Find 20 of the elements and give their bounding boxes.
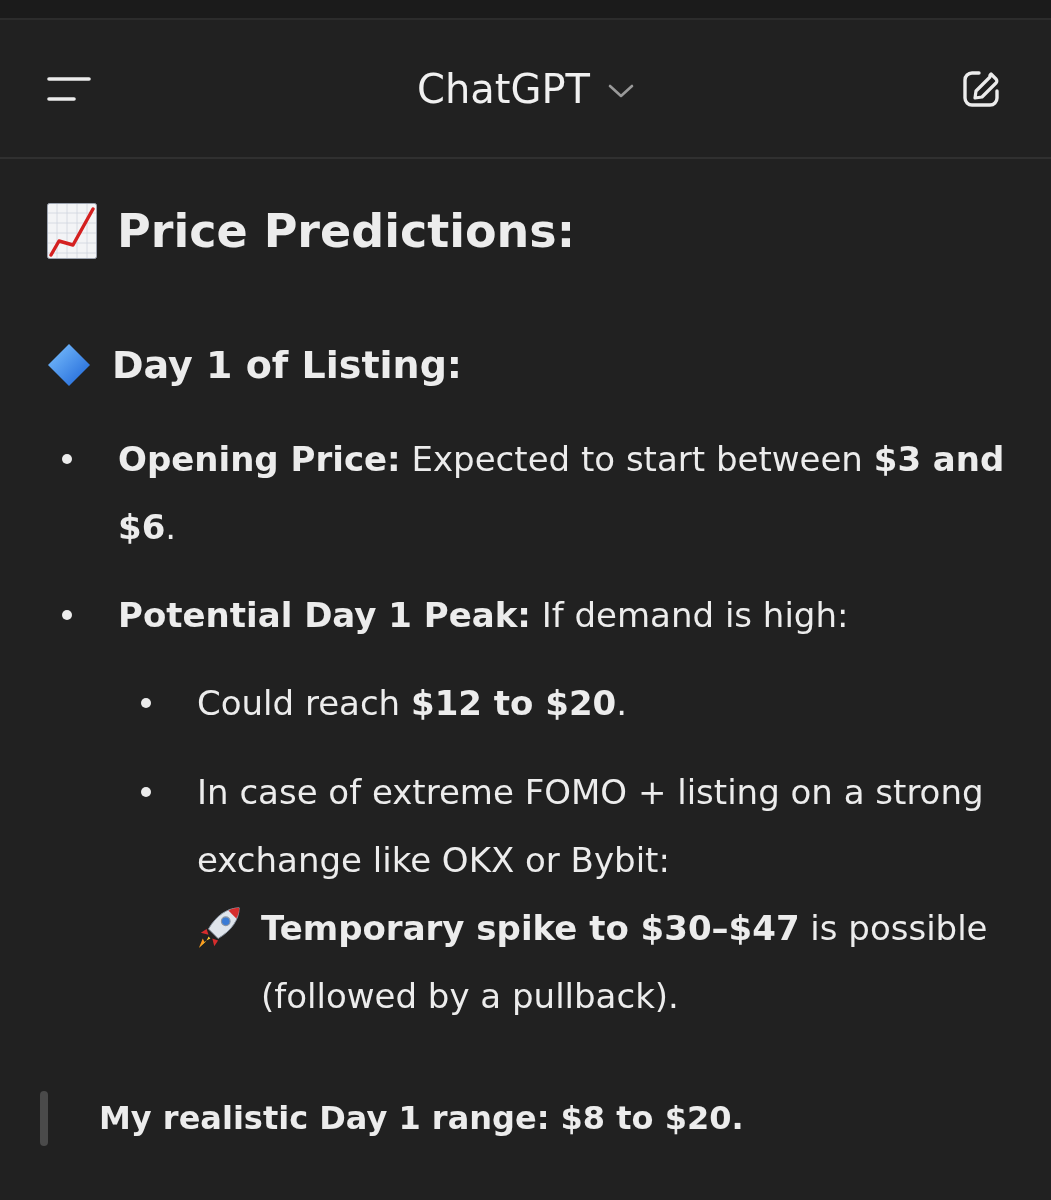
line-chart-icon: [47, 203, 97, 259]
menu-icon[interactable]: [47, 76, 91, 101]
chevron-down-icon: [608, 83, 634, 98]
bullet-icon: [141, 698, 151, 708]
diamond-icon: [48, 344, 90, 386]
list-item-text: Potential Day 1 Peak: If demand is high:: [118, 594, 850, 637]
bullet-icon: [62, 610, 72, 620]
quote-text: My realistic Day 1 range: $8 to $20.: [99, 1098, 744, 1139]
quote-bar: [40, 1090, 48, 1146]
model-switcher-button[interactable]: ChatGPT: [417, 65, 634, 112]
edit-icon[interactable]: [961, 68, 1001, 109]
heading-text: Price Predictions:: [117, 203, 576, 260]
list-item-text: In case of extreme FOMO + listing on a strong exchange like OKX or Bybit:: [197, 771, 985, 882]
section-heading: Day 1 of Listing:: [112, 342, 463, 389]
rocket-icon: [197, 904, 243, 950]
bullet-icon: [62, 454, 72, 464]
list-item-text: Temporary spike to $30–$47 is possible (followed by a pullback).: [261, 907, 989, 1018]
bullet-icon: [141, 787, 151, 797]
list-item-text: Opening Price: Expected to start between $3 and $6.: [118, 438, 1006, 549]
list-item-text: Could reach $12 to $20.: [197, 682, 628, 725]
